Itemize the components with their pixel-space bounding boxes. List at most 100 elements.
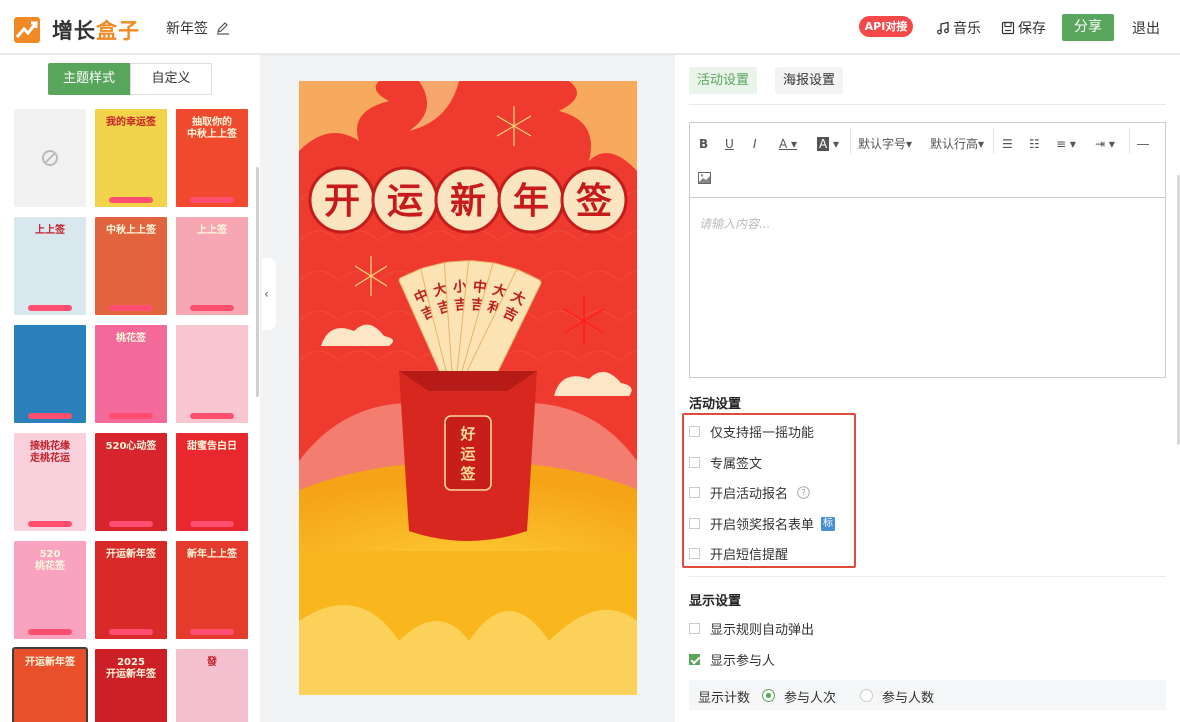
template-thumbnail-button [109,413,153,419]
template-thumbnail[interactable] [14,109,86,207]
template-thumbnail[interactable] [14,325,86,423]
option-row[interactable]: 仅支持摇一摇功能 [689,422,814,441]
font-size-dropdown[interactable]: 默认字号▾ [858,134,912,154]
template-thumbnail-title: 桃花签 [116,333,146,344]
toolbar-separator [993,128,994,154]
help-icon[interactable]: ? [797,486,810,499]
checkbox[interactable] [689,518,700,529]
standard-badge: 标 [821,516,836,531]
music-icon [937,21,949,35]
bold-button[interactable]: B [699,134,708,154]
template-thumbnail-button [109,305,153,311]
template-thumbnail-title: 中秋上上签 [106,225,156,236]
option-row[interactable]: 开启短信提醒 [689,544,788,563]
api-button[interactable]: API对接 [859,16,913,37]
template-thumbnail[interactable]: 开运新年签 [12,647,88,722]
template-thumbnail[interactable]: 520 桃花签 [14,541,86,639]
bg-color-label: A [817,137,830,151]
template-thumbnail-button [190,521,234,527]
template-thumbnail[interactable]: 520心动签 [95,433,167,531]
poster-title-char: 年 [513,181,549,222]
save-button[interactable]: 保存 [1001,18,1046,38]
template-thumbnail-title: 接桃花缘 走桃花运 [30,441,70,464]
template-thumbnail[interactable]: 桃花签 [95,325,167,423]
edit-icon[interactable] [216,21,230,35]
option-label: 显示参与人 [710,654,776,669]
section-divider [689,576,1166,577]
template-thumbnail[interactable]: 2025 开运新年签 [95,649,167,722]
option-row[interactable]: 开启活动报名? [689,483,810,502]
logout-button[interactable]: 退出 [1132,18,1160,38]
music-button[interactable]: 音乐 [936,18,981,38]
italic-button[interactable]: I [753,134,757,154]
numbered-list-icon[interactable]: ☷ [1029,134,1040,154]
display-option-row[interactable]: 显示参与人 [689,650,775,669]
template-thumbnail-title: 新年上上签 [187,549,237,560]
option-row[interactable]: 专属签文 [689,453,762,472]
template-thumbnail[interactable]: 發 [176,649,248,722]
checkbox[interactable] [689,487,700,498]
tab-theme-style[interactable]: 主题样式 [48,63,130,95]
save-label: 保存 [1018,21,1046,37]
align-dropdown-icon[interactable]: ≡ ▾ [1056,134,1076,154]
option-row[interactable]: 开启领奖报名表单标 [689,514,836,533]
template-thumbnail[interactable]: 我的幸运签 [95,109,167,207]
share-button[interactable]: 分享 [1062,14,1114,41]
toolbar-separator [850,128,851,154]
font-color-label: A [779,137,788,151]
template-thumbnail[interactable]: 甜蜜告白日 [176,433,248,531]
template-thumbnail-button [190,197,234,203]
tab-activity-settings[interactable]: 活动设置 [689,67,758,94]
option-label: 开启活动报名 [710,487,789,502]
template-thumbnail-title: 上上签 [35,225,65,236]
poster-title: 开运新年签 [308,166,628,234]
radio-participant-count[interactable] [860,689,873,702]
checkbox[interactable] [689,654,700,665]
activity-settings-heading: 活动设置 [689,397,742,412]
background-color-button[interactable]: A ▾ [817,134,839,154]
rich-text-editor: B U I A ▾ A ▾ 默认字号▾ 默认行高▾ ☰ ☷ ≡ ▾ ⇥ ▾ ― … [689,122,1166,378]
count-display-row: 显示计数 参与人次 参与人数 [689,680,1166,710]
radio-participant-count-label[interactable]: 参与人数 [882,687,934,706]
radio-participation-times-label[interactable]: 参与人次 [784,687,836,706]
editor-placeholder[interactable]: 请输入内容... [699,215,770,232]
template-thumbnail[interactable]: 抽取你的 中秋上上签 [176,109,248,207]
template-scrollbar[interactable] [256,167,259,397]
image-insert-icon[interactable] [698,172,711,184]
template-thumbnail-button [28,629,72,635]
template-thumbnail[interactable]: 上上签 [14,217,86,315]
template-thumbnail[interactable] [176,325,248,423]
document-title[interactable]: 新年签 [166,18,230,38]
display-option-row[interactable]: 显示规则自动弹出 [689,619,814,638]
template-thumbnail-button [28,521,72,527]
template-thumbnail[interactable]: 中秋上上签 [95,217,167,315]
checkbox[interactable] [689,457,700,468]
divider-line-icon[interactable]: ― [1137,134,1149,154]
chevron-left-icon: ‹ [264,287,269,301]
option-label: 专属签文 [710,457,763,472]
tab-custom[interactable]: 自定义 [130,63,212,95]
template-thumbnail-title: 开运新年签 [106,549,156,560]
app-logo[interactable]: 增长盒子 [14,15,140,45]
template-thumbnail[interactable]: 上上签 [176,217,248,315]
template-thumbnail[interactable]: 接桃花缘 走桃花运 [14,433,86,531]
font-color-button[interactable]: A ▾ [779,134,797,154]
radio-participation-times[interactable] [762,689,775,702]
line-height-dropdown[interactable]: 默认行高▾ [930,134,984,154]
checkbox[interactable] [689,548,700,559]
underline-button[interactable]: U [725,134,734,154]
template-thumbnail-button [28,305,72,311]
tab-poster-settings[interactable]: 海报设置 [775,67,844,94]
bullet-list-icon[interactable]: ☰ [1002,134,1013,154]
line-height-label: 默认行高 [930,137,979,151]
template-thumbnail[interactable]: 新年上上签 [176,541,248,639]
poster-title-char: 运 [387,181,423,222]
poster-preview[interactable]: 开运新年签 中吉大吉小吉中吉大利大吉 好运签 [299,81,637,695]
collapse-panel-button[interactable]: ‹ [262,258,276,330]
checkbox[interactable] [689,426,700,437]
indent-dropdown-icon[interactable]: ⇥ ▾ [1095,134,1115,154]
template-thumbnail[interactable]: 开运新年签 [95,541,167,639]
template-thumbnail-title: 上上签 [197,225,227,236]
template-thumbnail-title: 抽取你的 中秋上上签 [187,117,237,140]
checkbox[interactable] [689,623,700,634]
